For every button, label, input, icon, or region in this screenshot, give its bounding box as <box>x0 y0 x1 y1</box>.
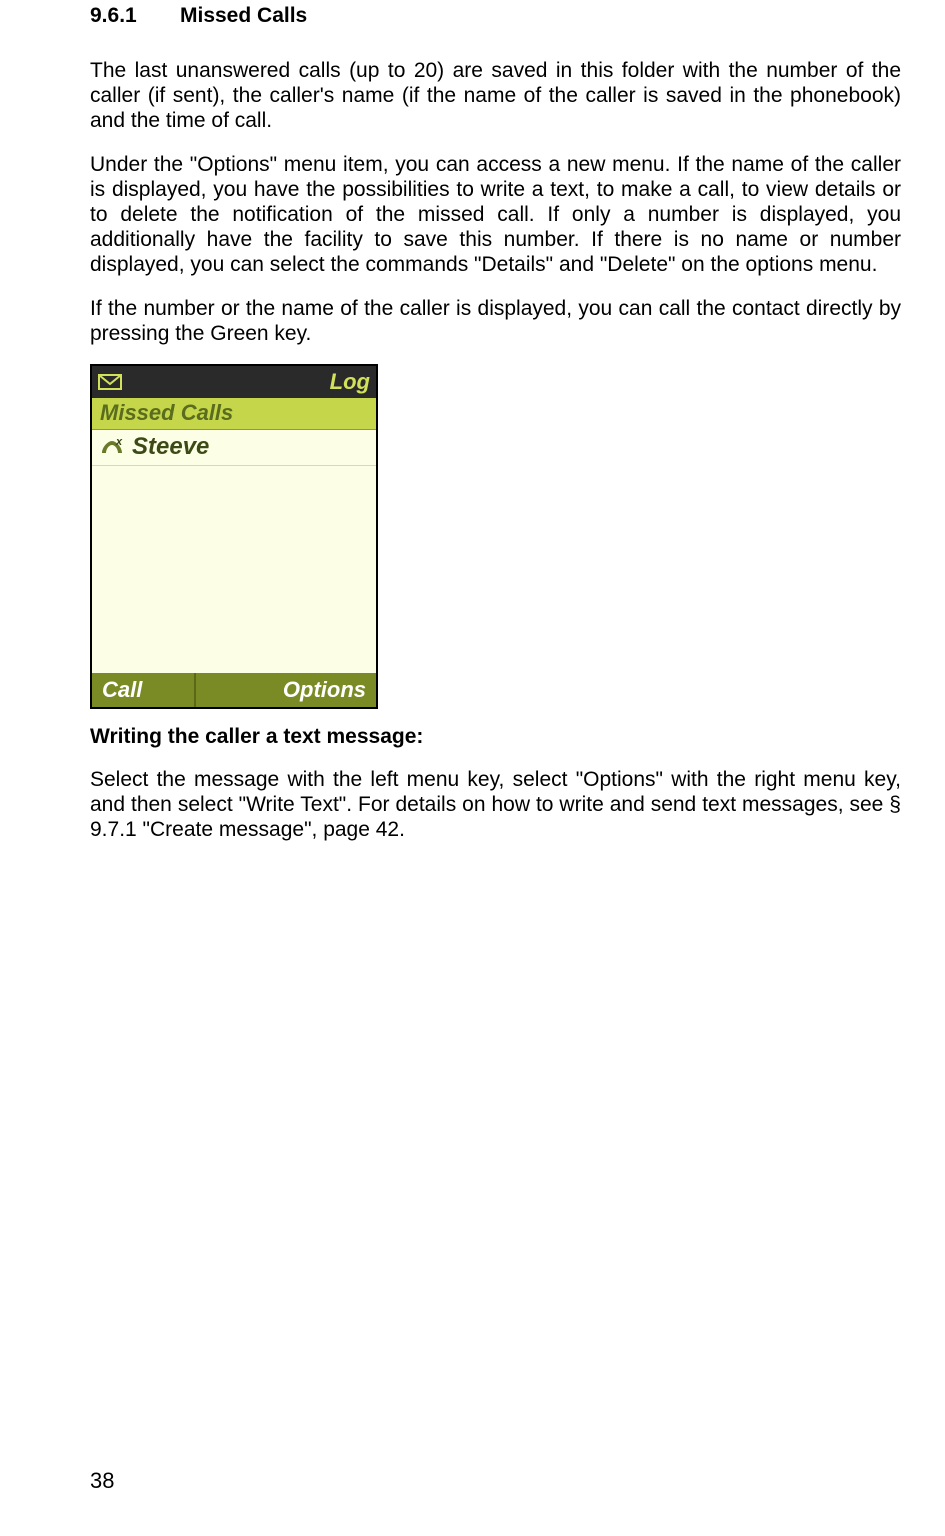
phone-list-header: Missed Calls <box>92 398 376 430</box>
section-heading: 9.6.1Missed Calls <box>90 0 901 58</box>
paragraph-2: Under the "Options" menu item, you can a… <box>90 152 901 278</box>
phone-status-title: Log <box>330 369 370 395</box>
softkey-divider <box>194 673 196 707</box>
phone-softkey-bar: Call Options <box>92 673 376 707</box>
page-number: 38 <box>90 1468 114 1494</box>
paragraph-3: If the number or the name of the caller … <box>90 296 901 346</box>
subheading-write-text: Writing the caller a text message: <box>90 725 901 749</box>
phone-status-bar: Log <box>92 366 376 398</box>
envelope-icon <box>98 372 122 392</box>
svg-text:x: x <box>115 436 123 448</box>
section-title: Missed Calls <box>180 4 307 27</box>
missed-call-icon: x <box>98 435 126 459</box>
section-number: 9.6.1 <box>90 4 180 28</box>
paragraph-1: The last unanswered calls (up to 20) are… <box>90 58 901 134</box>
phone-body-empty <box>92 466 376 673</box>
paragraph-4: Select the message with the left menu ke… <box>90 767 901 843</box>
missed-call-name: Steeve <box>132 433 209 461</box>
phone-screenshot: Log Missed Calls x Steeve Call Options <box>90 364 378 709</box>
missed-call-entry[interactable]: x Steeve <box>92 430 376 466</box>
softkey-call[interactable]: Call <box>92 677 142 703</box>
softkey-options[interactable]: Options <box>283 677 376 703</box>
